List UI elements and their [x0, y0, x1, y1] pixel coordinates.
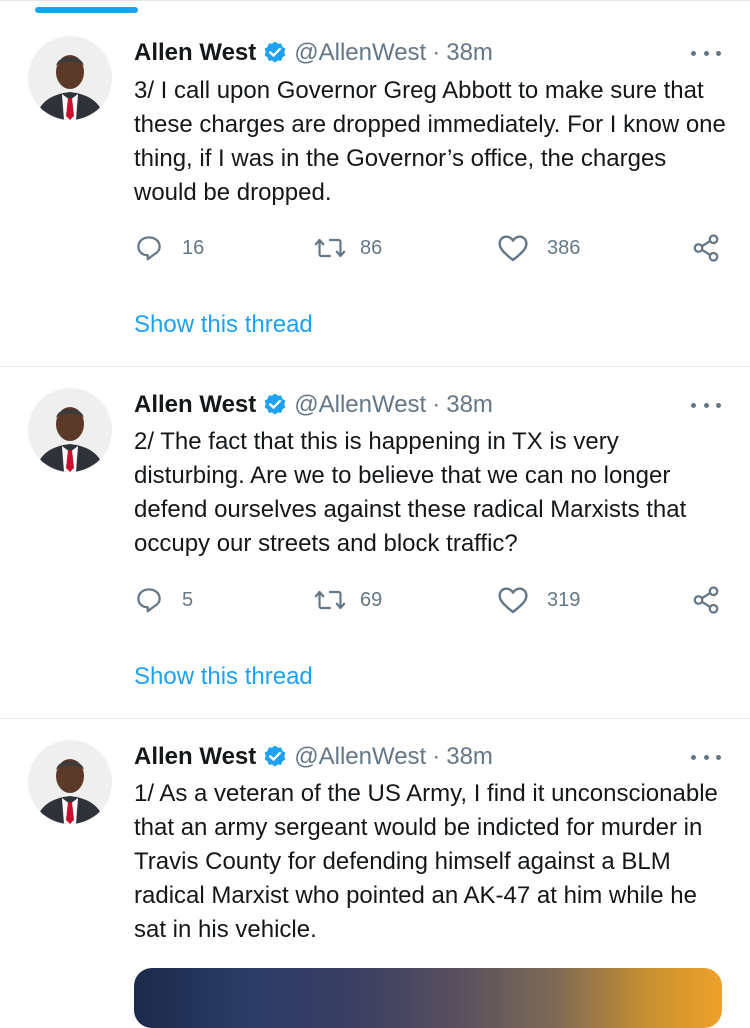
reply-icon — [134, 585, 164, 615]
verified-icon — [262, 392, 288, 418]
share-icon — [691, 585, 721, 615]
author-name[interactable]: Allen West — [134, 743, 256, 771]
share-button[interactable] — [691, 585, 721, 615]
share-icon — [691, 233, 721, 263]
like-icon — [497, 585, 529, 615]
avatar[interactable] — [28, 36, 112, 120]
reply-icon — [134, 233, 164, 263]
retweet-button[interactable]: 86 — [314, 233, 382, 263]
retweet-count: 86 — [360, 236, 383, 259]
retweet-icon — [314, 233, 346, 263]
like-button[interactable]: 386 — [497, 233, 580, 263]
separator: · — [432, 743, 441, 770]
verified-icon — [262, 40, 288, 66]
verified-icon — [262, 744, 288, 770]
media-preview[interactable] — [134, 968, 722, 1028]
author-handle[interactable]: @AllenWest — [294, 39, 426, 67]
tweet-header: Allen West @AllenWest · 38m — [134, 38, 493, 68]
tweet-card[interactable]: Allen West @AllenWest · 38m 2/ The fact … — [0, 367, 750, 719]
reply-button[interactable]: 5 — [134, 585, 193, 615]
author-handle[interactable]: @AllenWest — [294, 743, 426, 771]
retweet-button[interactable]: 69 — [314, 585, 382, 615]
author-name[interactable]: Allen West — [134, 391, 256, 419]
tweet-header: Allen West @AllenWest · 38m — [134, 390, 493, 420]
tweet-text: 1/ As a veteran of the US Army, I find i… — [134, 780, 718, 943]
timestamp[interactable]: 38m — [446, 39, 493, 67]
more-icon[interactable] — [691, 747, 721, 767]
timestamp[interactable]: 38m — [446, 743, 493, 771]
reply-count: 5 — [182, 588, 194, 611]
timestamp[interactable]: 38m — [446, 391, 493, 419]
avatar[interactable] — [28, 388, 112, 472]
tweet-card[interactable]: Allen West @AllenWest · 38m 1/ As a vete… — [0, 719, 750, 1006]
more-icon[interactable] — [691, 43, 721, 63]
reply-count: 16 — [182, 236, 205, 259]
author-name[interactable]: Allen West — [134, 39, 256, 67]
tweet-text: 3/ I call upon Governor Greg Abbott to m… — [134, 77, 726, 206]
like-count: 386 — [547, 236, 581, 259]
retweet-count: 69 — [360, 588, 383, 611]
tweet-header: Allen West @AllenWest · 38m — [134, 742, 493, 772]
tweet-text: 2/ The fact that this is happening in TX… — [134, 428, 687, 557]
reply-button[interactable]: 16 — [134, 233, 204, 263]
separator: · — [432, 391, 441, 418]
share-button[interactable] — [691, 233, 721, 263]
tweet-card[interactable]: Allen West @AllenWest · 38m 3/ I call up… — [0, 0, 750, 367]
like-button[interactable]: 319 — [497, 585, 580, 615]
show-thread-link[interactable]: Show this thread — [134, 311, 313, 339]
more-icon[interactable] — [691, 395, 721, 415]
show-thread-link[interactable]: Show this thread — [134, 663, 313, 691]
separator: · — [432, 39, 441, 66]
avatar[interactable] — [28, 740, 112, 824]
retweet-icon — [314, 585, 346, 615]
like-icon — [497, 233, 529, 263]
like-count: 319 — [547, 588, 581, 611]
author-handle[interactable]: @AllenWest — [294, 391, 426, 419]
